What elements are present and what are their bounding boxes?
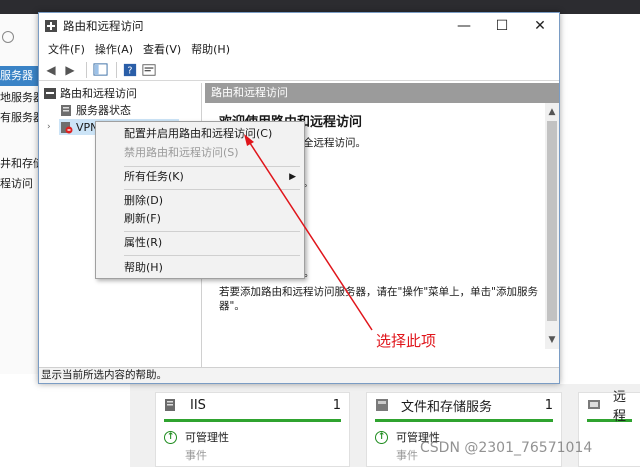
menu-item-label: 所有任务(K) <box>124 170 184 183</box>
toolbar-separator <box>116 61 117 78</box>
menu-separator <box>124 255 300 256</box>
folder-server-icon <box>376 399 388 411</box>
menu-separator <box>124 231 300 232</box>
scroll-down-icon[interactable]: ▼ <box>545 333 559 347</box>
tree-label: 服务器状态 <box>76 104 131 117</box>
menu-action[interactable]: 操作(A) <box>90 41 138 57</box>
svg-text:?: ? <box>127 65 132 76</box>
show-hide-tree-icon[interactable] <box>92 62 108 78</box>
sidebar-item-local-server[interactable]: 地服务器 <box>0 88 40 108</box>
menu-file[interactable]: 文件(F) <box>43 41 90 57</box>
server-stopped-icon <box>61 121 73 133</box>
window-titlebar[interactable]: 路由和远程访问 — ☐ ✕ <box>39 13 559 39</box>
scroll-up-icon[interactable]: ▲ <box>545 105 559 119</box>
rras-icon <box>44 87 56 99</box>
menu-view[interactable]: 查看(V) <box>138 41 186 57</box>
submenu-arrow-icon: ▶ <box>289 172 296 182</box>
toolbar: ◀ ▶ ? <box>39 59 559 81</box>
background-sidebar: 服务器 地服务器 有服务器 井和存储 程访问 <box>0 14 40 374</box>
menu-separator <box>124 189 300 190</box>
scroll-thumb[interactable] <box>547 121 557 321</box>
status-bar: 显示当前所选内容的帮助。 <box>39 367 559 383</box>
server-icon <box>165 399 175 411</box>
menu-item-properties[interactable]: 属性(R) <box>96 234 304 252</box>
content-line: 若要添加路由和远程访问服务器，请在"操作"菜单上，单击"添加服务 <box>219 286 538 298</box>
annotation-label: 选择此项 <box>376 332 437 350</box>
content-line: 器"。 <box>219 300 245 312</box>
tile-title: IIS <box>190 397 206 413</box>
watermark: CSDN @2301_76571014 <box>420 440 593 456</box>
menu-item-help[interactable]: 帮助(H) <box>96 259 304 277</box>
help-icon[interactable]: ? <box>122 62 138 78</box>
sidebar-item-remote-access[interactable]: 程访问 <box>0 174 40 194</box>
rras-app-icon <box>45 20 57 32</box>
tile-count: 1 <box>332 397 341 413</box>
toolbar-separator <box>86 61 87 78</box>
tile-row-label[interactable]: 事件 <box>185 447 207 463</box>
sidebar-item-dashboard[interactable]: 服务器 <box>0 66 40 86</box>
up-arrow-icon: ↑ <box>164 430 177 444</box>
maximize-button[interactable]: ☐ <box>483 13 521 39</box>
sidebar-item-all-servers[interactable]: 有服务器 <box>0 108 40 128</box>
background-titlebar-right <box>556 0 640 14</box>
minimize-button[interactable]: — <box>445 13 483 39</box>
tile-title: 文件和存储服务 <box>401 399 493 415</box>
tree-item-server-status[interactable]: 服务器状态 <box>59 102 131 118</box>
menu-item-all-tasks[interactable]: 所有任务(K) ▶ <box>96 168 304 186</box>
tile-row-label[interactable]: 可管理性 <box>185 429 229 445</box>
tile-title: 远程 <box>613 390 627 424</box>
window-title: 路由和远程访问 <box>63 19 144 33</box>
menu-item-delete[interactable]: 删除(D) <box>96 192 304 210</box>
tile-row-label[interactable]: 事件 <box>396 447 418 463</box>
menu-item-disable: 禁用路由和远程访问(S) <box>124 146 239 159</box>
menu-item-configure-enable[interactable]: 配置并启用路由和远程访问(C) <box>96 125 304 143</box>
content-header: 路由和远程访问 <box>205 83 559 103</box>
menubar: 文件(F) 操作(A) 查看(V) 帮助(H) <box>39 39 559 59</box>
forward-arrow-icon[interactable]: ▶ <box>62 62 78 78</box>
back-icon[interactable] <box>2 31 14 43</box>
health-bar <box>375 419 553 422</box>
tree-item-root[interactable]: 路由和远程访问 <box>43 85 137 101</box>
context-menu: 配置并启用路由和远程访问(C) 禁用路由和远程访问(S) 所有任务(K) ▶ 删… <box>95 121 305 279</box>
sidebar-item-file-storage[interactable]: 井和存储 <box>0 154 40 174</box>
tile-iis[interactable]: IIS 1 ↑ 可管理性 事件 <box>155 392 350 467</box>
expand-chevron-icon[interactable]: › <box>47 122 51 132</box>
tile-count: 1 <box>544 397 553 413</box>
health-bar <box>164 419 341 422</box>
menu-item-refresh[interactable]: 刷新(F) <box>96 210 304 228</box>
content-scrollbar[interactable]: ▲ ▼ <box>545 103 559 349</box>
tree-label: 路由和远程访问 <box>60 87 137 100</box>
remote-icon <box>588 400 600 409</box>
up-arrow-icon: ↑ <box>375 430 388 444</box>
back-arrow-icon[interactable]: ◀ <box>43 62 59 78</box>
close-button[interactable]: ✕ <box>521 13 559 39</box>
menu-help[interactable]: 帮助(H) <box>186 41 235 57</box>
server-status-icon <box>61 104 71 116</box>
properties-icon[interactable] <box>141 62 157 78</box>
menu-separator <box>124 166 300 167</box>
